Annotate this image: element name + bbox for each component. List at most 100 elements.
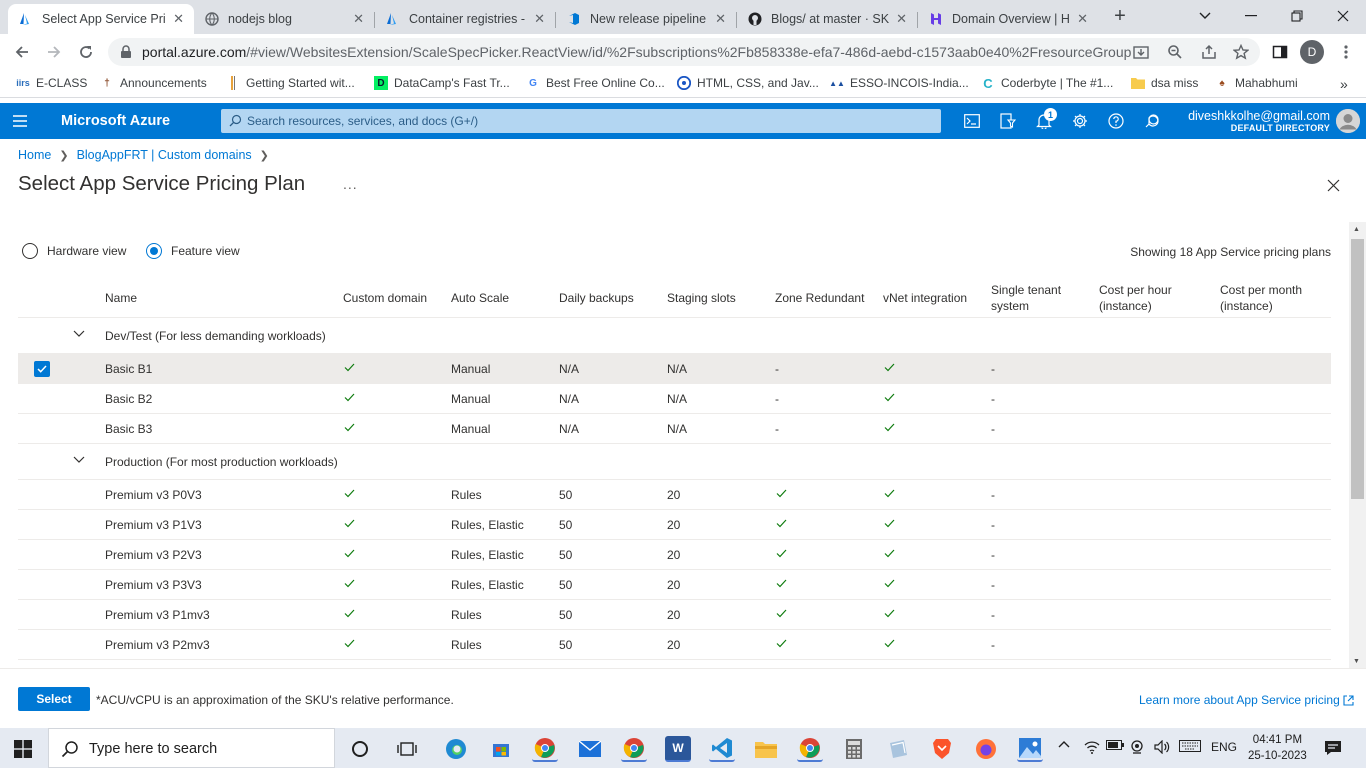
new-tab-button[interactable]: + (1110, 6, 1130, 26)
table-row[interactable]: Premium v3 P3V3 Rules, Elastic 50 20 - (18, 570, 1331, 600)
bookmark-getting-started[interactable]: Getting Started wit... (226, 76, 355, 90)
restore-button[interactable] (1274, 4, 1320, 28)
tab-nodejs-blog[interactable]: nodejs blog ✕ (194, 4, 374, 34)
hamburger-menu-icon[interactable] (12, 114, 28, 128)
scroll-up-arrow-icon[interactable]: ▲ (1353, 226, 1360, 233)
bookmark-e-class[interactable]: iirs E-CLASS (16, 76, 87, 90)
tab-search-chevron-icon[interactable] (1182, 4, 1228, 28)
close-tab-icon[interactable]: ✕ (715, 11, 726, 27)
help-icon[interactable] (1106, 111, 1126, 131)
volume-icon[interactable] (1154, 740, 1170, 754)
tab-domain-overview[interactable]: Domain Overview | H ✕ (918, 4, 1098, 34)
table-row[interactable]: Basic B1 Manual N/A N/A - - (18, 354, 1331, 384)
tab-github-blogs[interactable]: Blogs/ at master · SK ✕ (737, 4, 917, 34)
group-header-row[interactable]: Dev/Test (For less demanding workloads) (18, 318, 1331, 354)
chrome-profile-icon[interactable] (532, 736, 558, 762)
close-tab-icon[interactable]: ✕ (896, 11, 907, 27)
bookmark-esso-incois[interactable]: ▲▲ ESSO-INCOIS-India... (829, 76, 969, 90)
system-clock[interactable]: 04:41 PM 25-10-2023 (1248, 732, 1307, 764)
bookmark-announcements[interactable]: † Announcements (100, 76, 207, 90)
vscode-icon[interactable] (709, 736, 735, 762)
chrome-icon[interactable] (621, 736, 647, 762)
settings-gear-icon[interactable] (1070, 111, 1090, 131)
cortana-icon[interactable] (347, 736, 373, 762)
azure-brand[interactable]: Microsoft Azure (61, 113, 170, 129)
file-explorer-icon[interactable] (753, 736, 779, 762)
table-row[interactable]: Premium v3 P2mv3 Rules 50 20 - (18, 630, 1331, 660)
breadcrumb-home[interactable]: Home (18, 148, 51, 162)
firefox-icon[interactable] (973, 736, 999, 762)
keyboard-icon[interactable] (1179, 740, 1201, 752)
bookmark-html-css-js[interactable]: HTML, CSS, and Jav... (677, 76, 819, 90)
chevron-down-icon[interactable] (73, 456, 85, 464)
table-row[interactable]: Premium v3 P1V3 Rules, Elastic 50 20 - (18, 510, 1331, 540)
azure-search-input[interactable]: Search resources, services, and docs (G+… (221, 109, 941, 133)
notes-app-icon[interactable] (885, 736, 911, 762)
install-app-icon[interactable] (1132, 43, 1150, 61)
microsoft-store-icon[interactable] (488, 736, 514, 762)
close-tab-icon[interactable]: ✕ (353, 11, 364, 27)
hardware-view-radio[interactable]: Hardware view (22, 243, 126, 259)
close-blade-button[interactable] (1324, 176, 1342, 194)
brave-icon[interactable] (929, 736, 955, 762)
directory-filter-icon[interactable] (998, 111, 1018, 131)
tab-container-registries[interactable]: Container registries - ✕ (375, 4, 555, 34)
chevron-down-icon[interactable] (73, 330, 85, 338)
select-button[interactable]: Select (18, 687, 90, 711)
action-center-icon[interactable] (1324, 740, 1342, 756)
close-tab-icon[interactable]: ✕ (534, 11, 545, 27)
zoom-icon[interactable] (1166, 43, 1184, 61)
back-button[interactable] (10, 40, 34, 64)
share-icon[interactable] (1200, 43, 1218, 61)
group-header-row[interactable]: Production (For most production workload… (18, 444, 1331, 480)
edge-icon[interactable] (443, 736, 469, 762)
minimize-button[interactable] (1228, 4, 1274, 28)
browser-menu-icon[interactable] (1334, 40, 1358, 64)
cloud-shell-icon[interactable] (962, 111, 982, 131)
browser-profile-avatar[interactable]: D (1300, 40, 1324, 64)
task-view-icon[interactable] (394, 736, 420, 762)
close-window-button[interactable] (1320, 4, 1366, 28)
calculator-icon[interactable] (841, 736, 867, 762)
table-row[interactable]: Basic B3 Manual N/A N/A - - (18, 414, 1331, 444)
table-row[interactable]: Premium v3 P0V3 Rules 50 20 - (18, 480, 1331, 510)
taskbar-search-box[interactable]: Type here to search (48, 728, 335, 768)
scroll-down-arrow-icon[interactable]: ▼ (1353, 658, 1360, 665)
bookmark-dsa-miss[interactable]: dsa miss (1131, 76, 1198, 90)
side-panel-icon[interactable] (1268, 40, 1292, 64)
user-avatar[interactable] (1336, 109, 1360, 133)
mail-icon[interactable] (577, 736, 603, 762)
reload-button[interactable] (74, 40, 98, 64)
tab-new-release-pipeline[interactable]: New release pipeline ✕ (556, 4, 736, 34)
windows-start-icon[interactable] (14, 740, 32, 758)
vertical-scrollbar[interactable]: ▲ ▼ (1349, 222, 1366, 668)
show-hidden-icons-chevron-icon[interactable] (1058, 740, 1070, 748)
webcam-icon[interactable] (1130, 740, 1146, 754)
bookmark-coderbyte[interactable]: C Coderbyte | The #1... (981, 76, 1113, 91)
battery-icon[interactable] (1106, 740, 1124, 750)
breadcrumb-custom-domains[interactable]: BlogAppFRT | Custom domains (77, 148, 252, 162)
more-options-icon[interactable]: ... (343, 176, 358, 192)
word-icon[interactable]: W (665, 736, 691, 762)
bookmark-star-icon[interactable] (1232, 43, 1250, 61)
language-indicator[interactable]: ENG (1211, 740, 1237, 754)
scrollbar-thumb[interactable] (1351, 239, 1364, 499)
bookmark-datacamp[interactable]: D DataCamp's Fast Tr... (374, 76, 510, 90)
address-bar[interactable]: portal.azure.com/#view/WebsitesExtension… (108, 38, 1260, 66)
close-tab-icon[interactable]: ✕ (173, 11, 184, 27)
forward-button[interactable] (42, 40, 66, 64)
close-tab-icon[interactable]: ✕ (1077, 11, 1088, 27)
more-bookmarks-chevron-icon[interactable]: » (1340, 76, 1348, 92)
bookmark-mahabhumi[interactable]: ♠ Mahabhumi (1215, 76, 1297, 90)
table-row[interactable]: Premium v3 P2V3 Rules, Elastic 50 20 - (18, 540, 1331, 570)
learn-more-link[interactable]: Learn more about App Service pricing (1139, 693, 1354, 707)
feature-view-radio[interactable]: Feature view (146, 243, 240, 259)
tab-select-app-service[interactable]: Select App Service Pri ✕ (8, 4, 194, 34)
table-row[interactable]: Premium v3 P1mv3 Rules 50 20 - (18, 600, 1331, 630)
account-menu[interactable]: diveshkkolhe@gmail.com DEFAULT DIRECTORY (1180, 109, 1330, 133)
bookmark-best-free-online[interactable]: G Best Free Online Co... (526, 76, 665, 90)
photos-icon[interactable] (1017, 736, 1043, 762)
row-checkbox-checked[interactable] (34, 361, 50, 377)
chrome-icon-2[interactable] (797, 736, 823, 762)
feedback-icon[interactable] (1142, 111, 1162, 131)
